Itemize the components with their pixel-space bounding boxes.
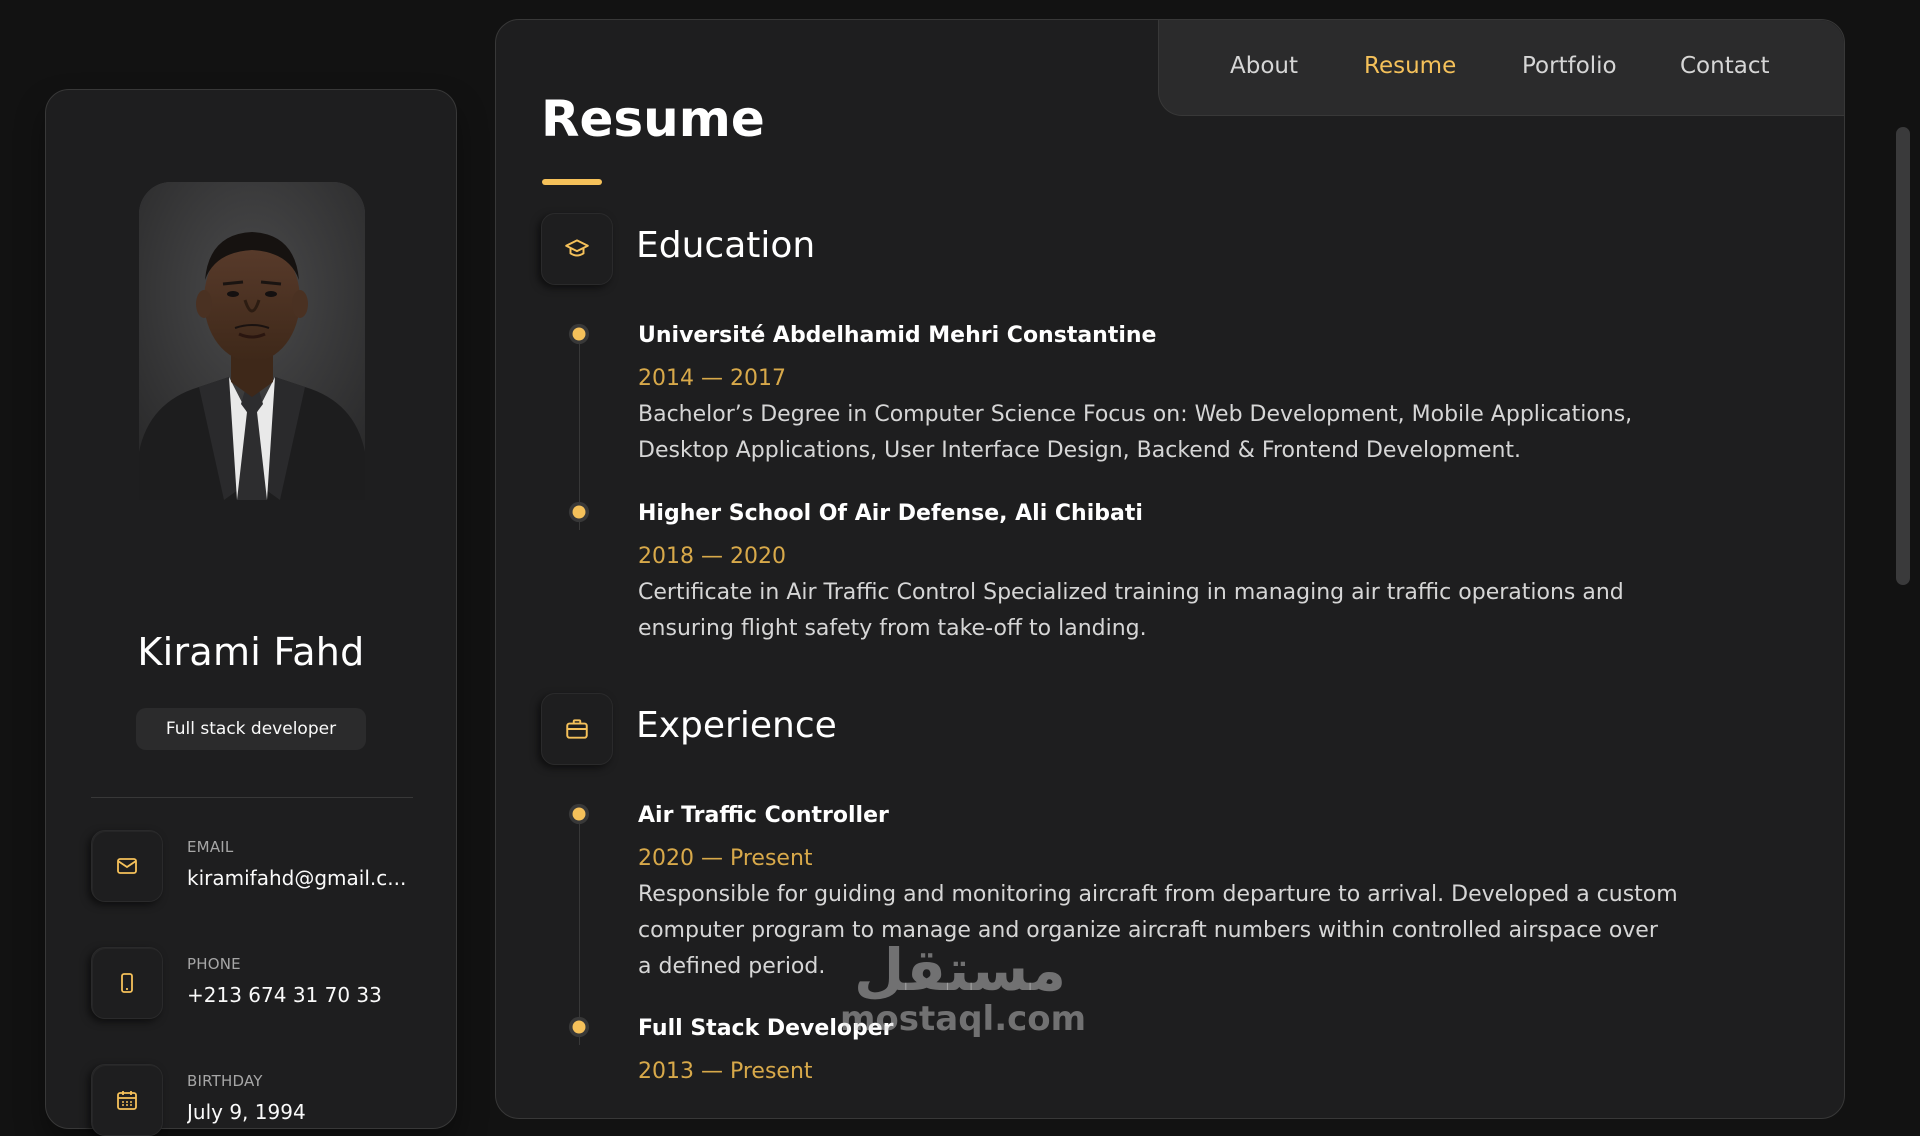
education-item-date: 2014 — 2017 (638, 366, 786, 391)
graduation-cap-icon (541, 213, 613, 285)
experience-item-title: Air Traffic Controller (638, 803, 889, 828)
education-item-date: 2018 — 2020 (638, 544, 786, 569)
contact-email: EMAIL kiramifahd@gmail.c... (91, 830, 431, 902)
mail-icon (91, 830, 163, 902)
phone-link[interactable]: +213 674 31 70 33 (187, 983, 413, 1007)
email-link[interactable]: kiramifahd@gmail.c... (187, 866, 413, 890)
experience-heading: Experience (636, 705, 837, 746)
profile-sidebar: Kirami Fahd Full stack developer EMAIL k… (45, 89, 457, 1136)
top-navbar: About Resume Portfolio Contact (1158, 20, 1844, 116)
education-item-title: Université Abdelhamid Mehri Constantine (638, 323, 1157, 348)
education-item-title: Higher School Of Air Defense, Ali Chibat… (638, 501, 1143, 526)
sidebar-separator (91, 797, 413, 798)
calendar-icon (91, 1064, 163, 1136)
experience-item-title: Full Stack Developer (638, 1016, 894, 1041)
timeline-dot (572, 807, 586, 821)
contact-phone-label: PHONE (187, 955, 241, 973)
experience-item-date: 2020 — Present (638, 846, 813, 871)
experience-item-date: 2013 — Present (638, 1059, 813, 1084)
education-heading: Education (636, 225, 816, 266)
phone-icon (91, 947, 163, 1019)
education-item-description: Certificate in Air Traffic Control Speci… (638, 580, 1624, 641)
contact-email-label: EMAIL (187, 838, 234, 856)
avatar (139, 182, 365, 500)
resume-panel: About Resume Portfolio Contact Resume Ed… (495, 19, 1845, 1119)
nav-about[interactable]: About (1230, 53, 1298, 79)
experience-timeline-line (579, 815, 580, 1045)
page-title: Resume (541, 90, 765, 148)
profile-photo (139, 182, 365, 500)
briefcase-icon (541, 693, 613, 765)
contact-birthday-label: BIRTHDAY (187, 1072, 263, 1090)
scrollbar-thumb[interactable] (1896, 127, 1910, 585)
profile-title-badge: Full stack developer (136, 708, 366, 750)
contact-phone: PHONE +213 674 31 70 33 (91, 947, 431, 1019)
education-timeline-line (579, 335, 580, 530)
education-item-description: Bachelor’s Degree in Computer Science Fo… (638, 402, 1633, 463)
birthday-value: July 9, 1994 (187, 1100, 306, 1124)
contact-birthday: BIRTHDAY July 9, 1994 (91, 1064, 431, 1136)
timeline-dot (572, 327, 586, 341)
experience-item-description: Responsible for guiding and monitoring a… (638, 882, 1678, 979)
profile-name: Kirami Fahd (137, 630, 365, 674)
timeline-dot (572, 1020, 586, 1034)
nav-contact[interactable]: Contact (1680, 53, 1769, 79)
title-underline (542, 179, 602, 185)
timeline-dot (572, 505, 586, 519)
nav-resume[interactable]: Resume (1364, 53, 1456, 79)
nav-portfolio[interactable]: Portfolio (1522, 53, 1617, 79)
